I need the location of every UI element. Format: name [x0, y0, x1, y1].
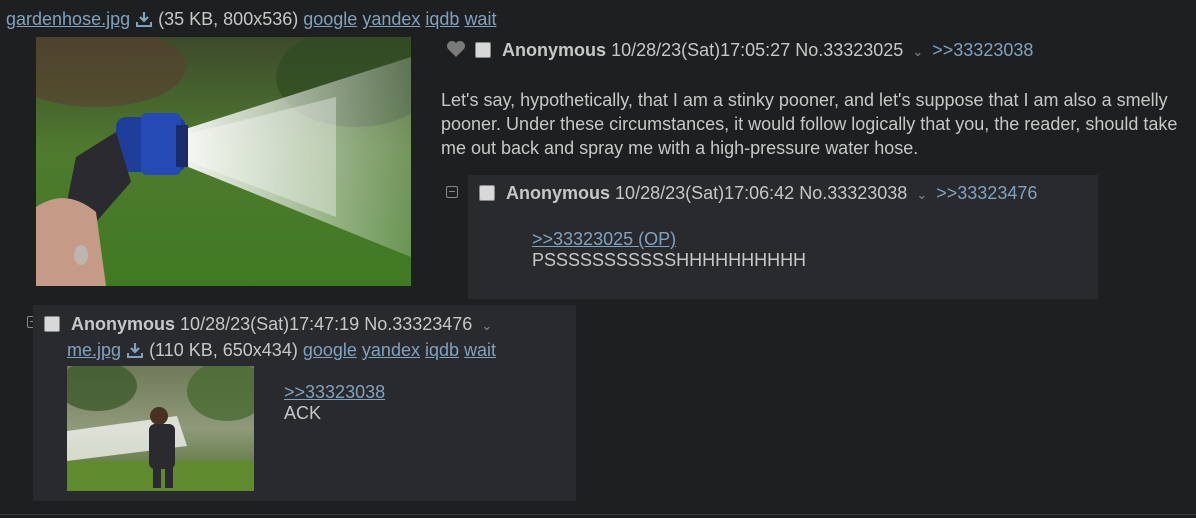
reply2-datetime: 10/28/23(Sat)17:47:19	[180, 314, 360, 334]
reply2-search-wait[interactable]: wait	[464, 340, 496, 360]
reply2-quotelink[interactable]: >>33323038	[284, 382, 385, 403]
divider	[0, 514, 1196, 515]
reply-post-33323476: Anonymous 10/28/23(Sat)17:47:19 No.33323…	[33, 305, 576, 501]
op-author: Anonymous	[502, 40, 607, 60]
op-search-wait[interactable]: wait	[464, 9, 496, 29]
download-icon[interactable]	[126, 341, 144, 359]
op-file-link[interactable]: gardenhose.jpg	[6, 9, 130, 29]
reply1-author: Anonymous	[506, 183, 611, 203]
op-post-number[interactable]: No.33323025	[795, 40, 903, 60]
reply1-datetime: 10/28/23(Sat)17:06:42	[615, 183, 795, 203]
reply2-select-checkbox[interactable]	[44, 316, 60, 332]
reply1-select-checkbox[interactable]	[479, 185, 495, 201]
op-search-iqdb[interactable]: iqdb	[425, 9, 459, 29]
reply1-body: PSSSSSSSSSSSHHHHHHHHHH	[532, 250, 807, 270]
reply1-backlink[interactable]: >>33323476	[936, 183, 1037, 203]
chevron-down-icon[interactable]: ⌄	[916, 187, 927, 202]
reply2-post-number[interactable]: No.33323476	[364, 314, 472, 334]
reply1-header: Anonymous 10/28/23(Sat)17:06:42 No.33323…	[479, 183, 1037, 204]
reply1-post-number[interactable]: No.33323038	[799, 183, 907, 203]
reply-post-33323038: Anonymous 10/28/23(Sat)17:06:42 No.33323…	[468, 175, 1098, 299]
op-search-google[interactable]: google	[303, 9, 357, 29]
chevron-down-icon[interactable]: ⌄	[481, 318, 492, 333]
chevron-down-icon[interactable]: ⌄	[912, 44, 923, 59]
reply2-file-link[interactable]: me.jpg	[67, 340, 121, 360]
download-icon[interactable]	[135, 10, 153, 28]
op-datetime: 10/28/23(Sat)17:05:27	[611, 40, 791, 60]
reply2-search-iqdb[interactable]: iqdb	[425, 340, 459, 360]
op-file-meta: (35 KB, 800x536)	[158, 9, 299, 29]
reply2-thumbnail-image[interactable]	[67, 366, 254, 491]
reply2-search-yandex[interactable]: yandex	[362, 340, 420, 360]
reply2-file-info: me.jpg (110 KB, 650x434) google yandex i…	[67, 340, 496, 361]
reply2-author: Anonymous	[71, 314, 176, 334]
op-post-body: Let's say, hypothetically, that I am a s…	[441, 90, 1178, 158]
op-select-checkbox[interactable]	[475, 42, 492, 58]
op-search-yandex[interactable]: yandex	[362, 9, 420, 29]
op-thumbnail-image[interactable]	[36, 37, 411, 286]
reply2-file-meta: (110 KB, 650x434)	[149, 340, 298, 360]
reply2-header: Anonymous 10/28/23(Sat)17:47:19 No.33323…	[44, 314, 492, 335]
heart-icon[interactable]	[446, 40, 466, 58]
reply2-search-google[interactable]: google	[303, 340, 357, 360]
reply2-body: ACK	[284, 403, 322, 423]
op-file-info: gardenhose.jpg (35 KB, 800x536) google y…	[6, 9, 496, 30]
op-backlink[interactable]: >>33323038	[932, 40, 1033, 60]
op-post-header: Anonymous 10/28/23(Sat)17:05:27 No.33323…	[446, 40, 1033, 61]
collapse-icon[interactable]	[446, 186, 458, 198]
reply1-quotelink[interactable]: >>33323025 (OP)	[532, 229, 806, 250]
